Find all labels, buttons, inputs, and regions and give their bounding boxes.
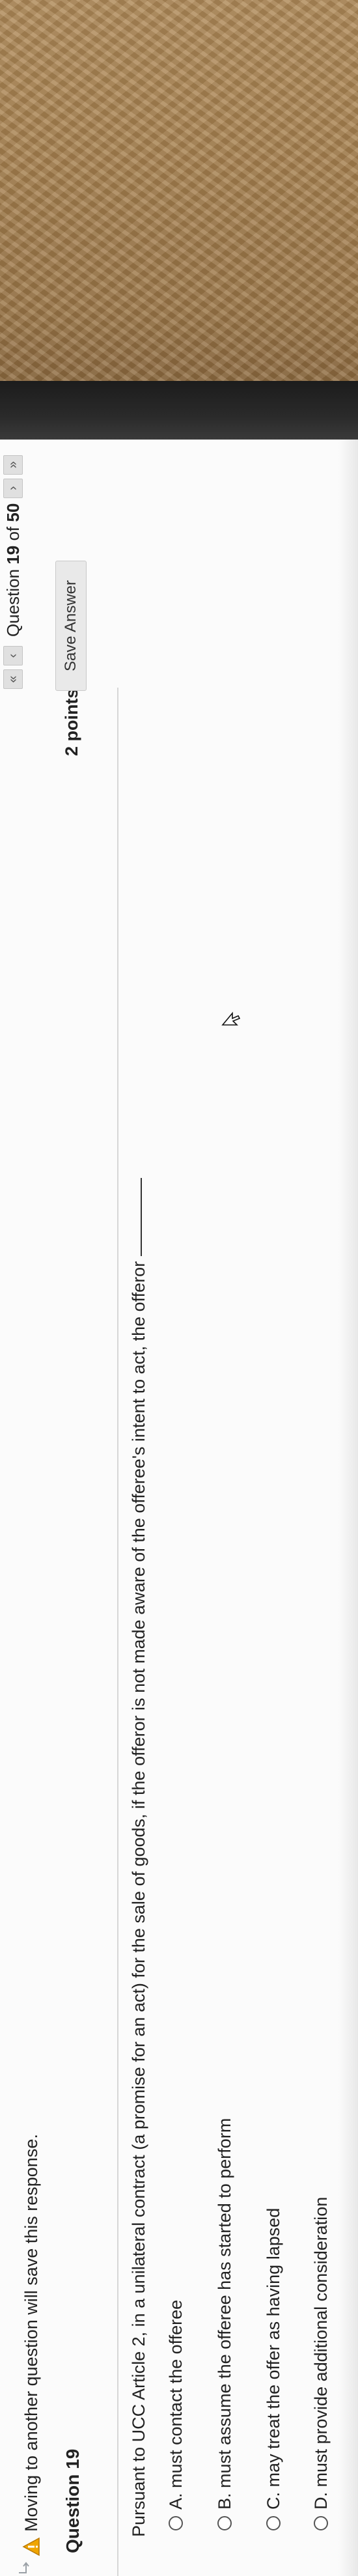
- question-header: Question 19 2 points Save Answer: [39, 440, 118, 2576]
- header-divider: [117, 688, 118, 2576]
- answer-blank: [141, 1177, 142, 1256]
- option-label: C. may treat the offer as having lapsed: [263, 2207, 283, 2510]
- chevron-left-icon[interactable]: ‹: [3, 646, 23, 665]
- warning-triangle-icon: [22, 2537, 40, 2556]
- answer-options: A. must contact the offeree B. must assu…: [163, 2118, 357, 2530]
- double-chevron-left-icon[interactable]: «: [3, 669, 23, 689]
- prompt-text: Pursuant to UCC Article 2, in a unilater…: [129, 1261, 148, 2537]
- radio-button[interactable]: [314, 2516, 328, 2530]
- option-c[interactable]: C. may treat the offer as having lapsed: [260, 2118, 286, 2530]
- double-chevron-right-icon[interactable]: »: [3, 455, 23, 475]
- background-photo: [0, 0, 358, 381]
- option-label: D. must provide additional consideration: [310, 2196, 331, 2510]
- chevron-right-icon[interactable]: ›: [3, 478, 23, 498]
- quiz-page: Moving to another question will save thi…: [0, 440, 358, 2576]
- radio-button[interactable]: [217, 2516, 232, 2530]
- radio-button[interactable]: [266, 2516, 281, 2530]
- points-label: 2 points: [62, 688, 81, 756]
- question-counter: Question 19 of 50: [3, 503, 23, 637]
- save-answer-button[interactable]: Save Answer: [55, 561, 87, 691]
- counter-of: of: [3, 526, 23, 541]
- question-navigator: « ‹ Question 19 of 50 › »: [0, 451, 26, 689]
- radio-button[interactable]: [169, 2516, 183, 2530]
- warning-text: Moving to another question will save thi…: [21, 2134, 41, 2532]
- return-arrow-icon: [17, 2560, 31, 2575]
- mouse-pointer-icon: [221, 1009, 241, 1026]
- option-label: A. must contact the offeree: [165, 2299, 186, 2510]
- counter-current: 19: [3, 545, 23, 565]
- option-d[interactable]: D. must provide additional consideration: [308, 2118, 334, 2530]
- option-a[interactable]: A. must contact the offeree: [163, 2118, 189, 2530]
- counter-prefix: Question: [3, 568, 23, 637]
- question-heading: Question 19: [62, 2448, 83, 2553]
- monitor-bezel: [0, 381, 358, 440]
- option-b[interactable]: B. must assume the offeree has started t…: [212, 2118, 238, 2530]
- option-label: B. must assume the offeree has started t…: [214, 2118, 234, 2510]
- counter-total: 50: [3, 503, 23, 522]
- question-prompt: Pursuant to UCC Article 2, in a unilater…: [129, 1177, 149, 2537]
